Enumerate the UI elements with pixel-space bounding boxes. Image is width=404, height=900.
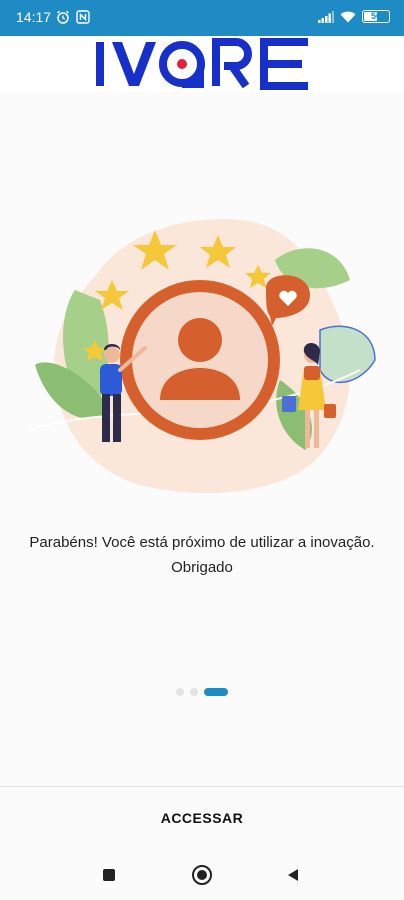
app-header — [0, 36, 404, 92]
system-nav-bar — [0, 849, 404, 900]
status-system-icons: 56 — [318, 10, 390, 23]
triangle-back-icon[interactable] — [281, 863, 305, 887]
page-dot[interactable] — [176, 688, 184, 696]
page-dot[interactable] — [190, 688, 198, 696]
nfc-icon — [76, 10, 90, 24]
wifi-icon — [340, 11, 356, 22]
square-recents-icon[interactable] — [97, 863, 121, 887]
battery-icon: 56 — [362, 10, 390, 23]
page-indicator — [0, 688, 404, 696]
page-dot-active[interactable] — [204, 688, 228, 696]
ivore-logo — [96, 38, 308, 90]
status-time: 14:17 — [16, 9, 52, 25]
battery-level: 56 — [370, 11, 381, 21]
signal-icon — [318, 10, 334, 23]
user-head-icon — [178, 318, 222, 362]
status-notification-icons — [56, 10, 90, 24]
status-bar: 14:17 56 — [0, 0, 404, 36]
onboarding-message: Parabéns! Você está próximo de utilizar … — [29, 534, 375, 576]
user-profile-with-stars-illustration — [29, 219, 376, 494]
alarm-icon — [57, 10, 69, 24]
access-button[interactable]: ACCESSAR — [0, 787, 404, 849]
leaf-right-outline — [319, 325, 376, 384]
circle-home-icon[interactable] — [190, 863, 214, 887]
